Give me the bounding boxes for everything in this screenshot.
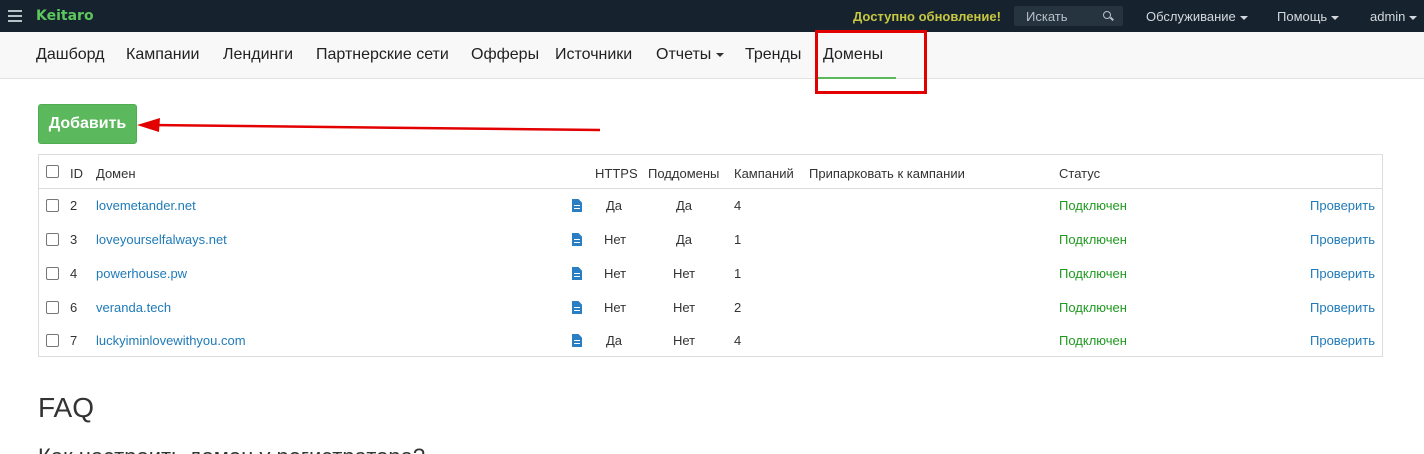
header-https[interactable]: HTTPS (595, 166, 638, 181)
update-notice-link[interactable]: Доступно обновление! (853, 9, 1001, 24)
row-domain-link[interactable]: loveyourselfalways.net (96, 232, 227, 247)
help-menu-label: Помощь (1277, 9, 1328, 24)
row-campaigns: 4 (734, 198, 742, 213)
row-check-link[interactable]: Проверить (1310, 300, 1375, 315)
row-id: 2 (70, 198, 78, 213)
row-https: Нет (604, 232, 627, 247)
row-https: Да (606, 333, 623, 348)
row-campaigns: 1 (734, 232, 742, 247)
user-menu-label: admin (1370, 9, 1406, 24)
row-checkbox[interactable] (46, 301, 59, 314)
header-subdomains[interactable]: Поддомены (648, 166, 719, 181)
table-row: 2 lovemetander.net Да Да 4 Подключен Про… (39, 189, 1382, 223)
row-status: Подключен (1059, 198, 1127, 213)
chevron-down-icon (1331, 15, 1340, 20)
chevron-down-icon (1239, 15, 1248, 20)
table-row: 3 loveyourselfalways.net Нет Да 1 Подклю… (39, 223, 1382, 257)
table-row: 6 veranda.tech Нет Нет 2 Подключен Прове… (39, 291, 1382, 325)
maintenance-menu[interactable]: Обслуживание (1146, 9, 1248, 24)
row-check-link[interactable]: Проверить (1310, 266, 1375, 281)
row-checkbox[interactable] (46, 334, 59, 347)
row-https: Да (606, 198, 623, 213)
row-id: 3 (70, 232, 78, 247)
faq-question[interactable]: Как настроить домен у регистратора? (38, 444, 425, 454)
domains-table: ID Домен HTTPS Поддомены Кампаний Припар… (38, 154, 1383, 357)
row-domain-link[interactable]: powerhouse.pw (96, 266, 187, 281)
row-campaigns: 1 (734, 266, 742, 281)
annotation-arrow-head (137, 118, 160, 132)
annotation-arrow (137, 118, 601, 132)
row-status: Подключен (1059, 266, 1127, 281)
row-status: Подключен (1059, 333, 1127, 348)
document-icon[interactable] (572, 233, 582, 246)
table-row: 4 powerhouse.pw Нет Нет 1 Подключен Пров… (39, 257, 1382, 291)
table-header: ID Домен HTTPS Поддомены Кампаний Припар… (39, 155, 1382, 189)
faq-title: FAQ (38, 392, 95, 423)
nav-trends[interactable]: Тренды (745, 46, 801, 64)
header-domain[interactable]: Домен (96, 166, 136, 181)
search-input[interactable]: Искать (1014, 6, 1123, 26)
help-menu[interactable]: Помощь (1277, 9, 1340, 24)
row-subdomains: Нет (673, 333, 696, 348)
row-check-link[interactable]: Проверить (1310, 333, 1375, 348)
row-https: Нет (604, 300, 627, 315)
header-status[interactable]: Статус (1059, 166, 1100, 181)
table-row: 7 luckyiminlovewithyou.com Да Нет 4 Подк… (39, 324, 1382, 358)
row-https: Нет (604, 266, 627, 281)
select-all-checkbox[interactable] (46, 165, 59, 178)
search-placeholder: Искать (1026, 9, 1068, 24)
header-campaigns[interactable]: Кампаний (734, 166, 794, 181)
row-checkbox[interactable] (46, 233, 59, 246)
maintenance-menu-label: Обслуживание (1146, 9, 1236, 24)
user-menu[interactable]: admin (1370, 9, 1418, 24)
chevron-down-icon (1409, 15, 1418, 20)
annotation-highlight-box (815, 30, 927, 94)
nav-reports-label: Отчеты (656, 46, 712, 63)
row-checkbox[interactable] (46, 199, 59, 212)
row-status: Подключен (1059, 300, 1127, 315)
nav-reports[interactable]: Отчеты (656, 46, 725, 64)
row-campaigns: 2 (734, 300, 742, 315)
row-subdomains: Нет (673, 266, 696, 281)
row-check-link[interactable]: Проверить (1310, 198, 1375, 213)
row-domain-link[interactable]: luckyiminlovewithyou.com (96, 333, 246, 348)
document-icon[interactable] (572, 267, 582, 280)
document-icon[interactable] (572, 334, 582, 347)
row-subdomains: Да (676, 232, 693, 247)
row-campaigns: 4 (734, 333, 742, 348)
document-icon[interactable] (572, 199, 582, 212)
header-park[interactable]: Припарковать к кампании (809, 166, 965, 181)
chevron-down-icon (716, 52, 725, 57)
row-status: Подключен (1059, 232, 1127, 247)
row-domain-link[interactable]: veranda.tech (96, 300, 171, 315)
annotation-arrow-line (149, 123, 601, 132)
row-check-link[interactable]: Проверить (1310, 232, 1375, 247)
row-id: 6 (70, 300, 78, 315)
document-icon[interactable] (572, 301, 582, 314)
row-checkbox[interactable] (46, 267, 59, 280)
row-domain-link[interactable]: lovemetander.net (96, 198, 196, 213)
header-id[interactable]: ID (70, 166, 83, 181)
row-subdomains: Нет (673, 300, 696, 315)
row-id: 7 (70, 333, 78, 348)
search-icon[interactable] (1103, 11, 1111, 19)
row-subdomains: Да (676, 198, 693, 213)
row-id: 4 (70, 266, 78, 281)
